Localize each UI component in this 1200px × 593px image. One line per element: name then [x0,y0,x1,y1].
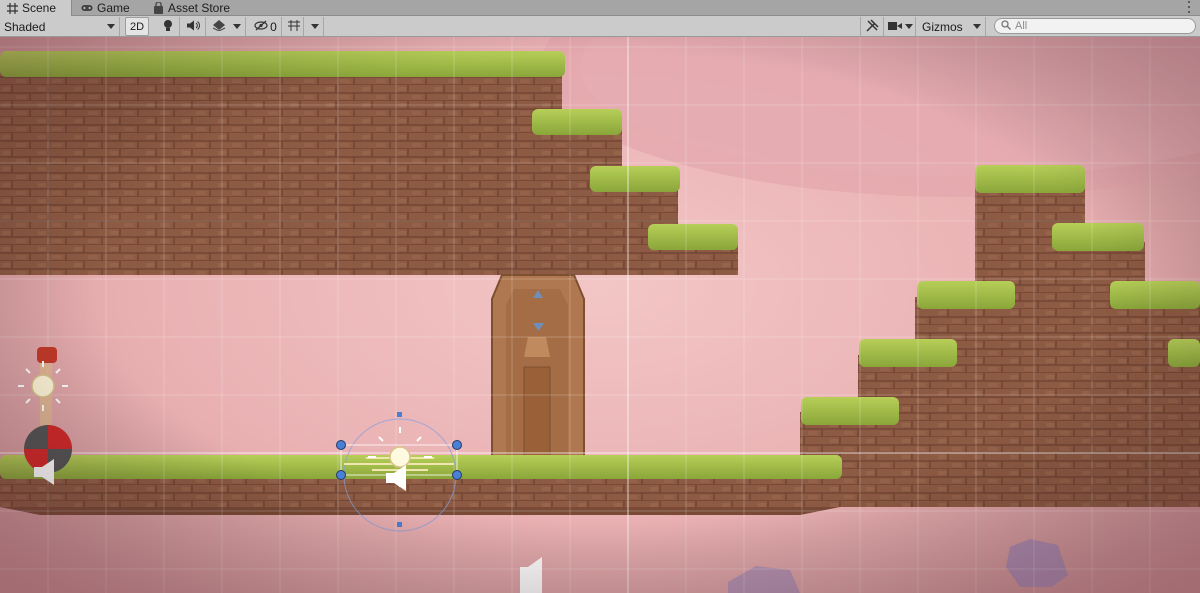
effects-dropdown[interactable] [208,17,246,36]
grid-icon [6,2,18,14]
gizmos-dropdown[interactable]: Gizmos [918,17,986,36]
chevron-down-icon [973,24,981,29]
hidden-count: 0 [270,19,277,34]
lightbulb-icon [163,19,173,35]
gamepad-icon [81,2,93,14]
tab-asset-store[interactable]: Asset Store [146,0,241,16]
chevron-down-icon [310,24,319,29]
tab-game-label: Game [97,1,130,15]
editor-tab-bar: Scene Game Asset Store [0,0,1200,16]
camera-settings-dropdown[interactable] [886,17,916,36]
wrench-icon [865,18,879,35]
mode-2d-toggle[interactable]: 2D [125,17,149,36]
tab-scene-label: Scene [22,1,57,15]
chevron-down-icon [107,24,115,29]
draw-mode-dropdown[interactable]: Shaded [0,17,120,36]
tools-toggle[interactable] [860,17,884,36]
grid-options-dropdown[interactable] [306,17,324,36]
mode-2d-label: 2D [129,20,145,33]
eye-hidden-icon [254,20,268,34]
chevron-down-icon [233,24,242,29]
more-options-icon[interactable] [1186,1,1192,13]
tab-scene[interactable]: Scene [0,0,72,16]
search-input[interactable] [1015,20,1185,32]
scene-viewport[interactable] [0,37,1200,593]
chevron-down-icon [905,24,914,29]
tab-asset-store-label: Asset Store [168,1,231,15]
vignette-overlay [0,37,1200,593]
speaker-icon [187,20,200,34]
effects-icon [212,19,226,34]
draw-mode-value: Shaded [4,19,46,34]
tab-game[interactable]: Game [75,0,139,16]
bag-icon [152,2,164,14]
scene-search[interactable] [994,18,1196,34]
scene-canvas [0,37,1200,593]
search-icon [1001,19,1011,33]
scene-visibility-toggle[interactable]: 0 [250,17,282,36]
gizmos-label: Gizmos [922,19,963,34]
audio-toggle[interactable] [182,17,206,36]
grid-snap-icon [287,19,301,35]
camera-icon [887,20,902,34]
scene-toolbar: Shaded 2D 0 Gizmos All [0,16,1200,37]
lighting-toggle[interactable] [156,17,180,36]
grid-snapping-toggle[interactable] [284,17,304,36]
